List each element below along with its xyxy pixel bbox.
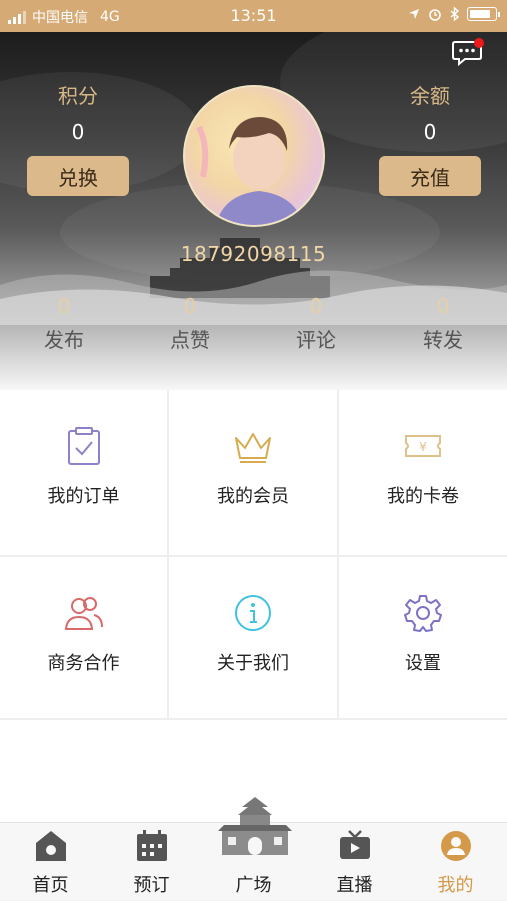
menu-item-coupons[interactable]: ¥ 我的卡卷 — [339, 390, 507, 557]
gear-icon — [404, 595, 442, 632]
battery-icon — [467, 7, 500, 21]
phone-number: 18792098115 — [180, 242, 327, 266]
info-icon — [235, 595, 271, 631]
recharge-button[interactable]: 充值 — [379, 156, 481, 196]
stat-count-comment: 0 — [309, 294, 323, 318]
stat-count-share: 0 — [436, 294, 450, 318]
alarm-icon — [429, 9, 441, 21]
coupon-icon: ¥ — [405, 435, 441, 457]
balance-value: 0 — [423, 120, 437, 144]
location-icon — [409, 9, 419, 19]
menu-item-settings[interactable]: 设置 — [339, 557, 507, 720]
avatar-portrait — [196, 117, 304, 225]
stat-label-publish[interactable]: 发布 — [1, 324, 127, 353]
users-icon — [64, 597, 103, 630]
profile-icon — [440, 831, 471, 861]
unread-dot — [474, 38, 484, 48]
message-button[interactable] — [452, 38, 484, 67]
menu-label: 我的卡卷 — [387, 486, 459, 507]
points-value: 0 — [71, 120, 85, 144]
stat-label-like[interactable]: 点赞 — [127, 324, 253, 353]
home-icon — [35, 831, 66, 861]
menu-label: 我的会员 — [217, 486, 289, 507]
plaza-building-icon[interactable] — [210, 795, 300, 857]
avatar[interactable] — [183, 85, 325, 227]
tab-label: 我的 — [437, 875, 474, 896]
tab-label: 首页 — [32, 875, 69, 896]
bluetooth-icon — [450, 7, 459, 21]
stat-label-comment[interactable]: 评论 — [253, 324, 379, 353]
menu-item-orders[interactable]: 我的订单 — [0, 390, 169, 557]
tab-mine[interactable]: 我的 — [405, 823, 506, 901]
tab-label: 广场 — [235, 875, 272, 896]
menu-item-membership[interactable]: 我的会员 — [169, 390, 339, 557]
tab-label: 直播 — [336, 875, 373, 896]
tab-booking[interactable]: 预订 — [101, 823, 202, 901]
stat-count-like: 0 — [183, 294, 197, 318]
stat-count-publish: 0 — [57, 294, 71, 318]
menu-label: 设置 — [405, 653, 441, 674]
exchange-button[interactable]: 兑换 — [27, 156, 129, 196]
svg-text:¥: ¥ — [419, 440, 427, 454]
crown-icon — [235, 433, 271, 463]
menu-label: 商务合作 — [47, 653, 120, 674]
tab-label: 预订 — [133, 875, 170, 896]
menu-grid: 我的订单 我的会员 ¥ 我的卡卷 商务合作 关于我们 设置 — [0, 390, 507, 720]
menu-label: 我的订单 — [47, 486, 120, 507]
menu-label: 关于我们 — [217, 653, 289, 674]
tab-live[interactable]: 直播 — [304, 823, 405, 901]
menu-item-business[interactable]: 商务合作 — [0, 557, 169, 720]
calendar-icon — [136, 830, 167, 861]
menu-item-about[interactable]: 关于我们 — [169, 557, 339, 720]
tv-icon — [339, 830, 370, 859]
balance-label: 余额 — [410, 84, 450, 108]
points-label: 积分 — [58, 84, 98, 108]
tab-home[interactable]: 首页 — [0, 823, 101, 901]
clipboard-check-icon — [67, 427, 100, 465]
stat-label-share[interactable]: 转发 — [380, 324, 506, 353]
status-bar: 中国电信 4G 13:51 — [0, 0, 507, 32]
profile-header: 积分 0 兑换 余额 0 充值 18792098115 0 0 0 0 发布 点… — [0, 32, 507, 390]
